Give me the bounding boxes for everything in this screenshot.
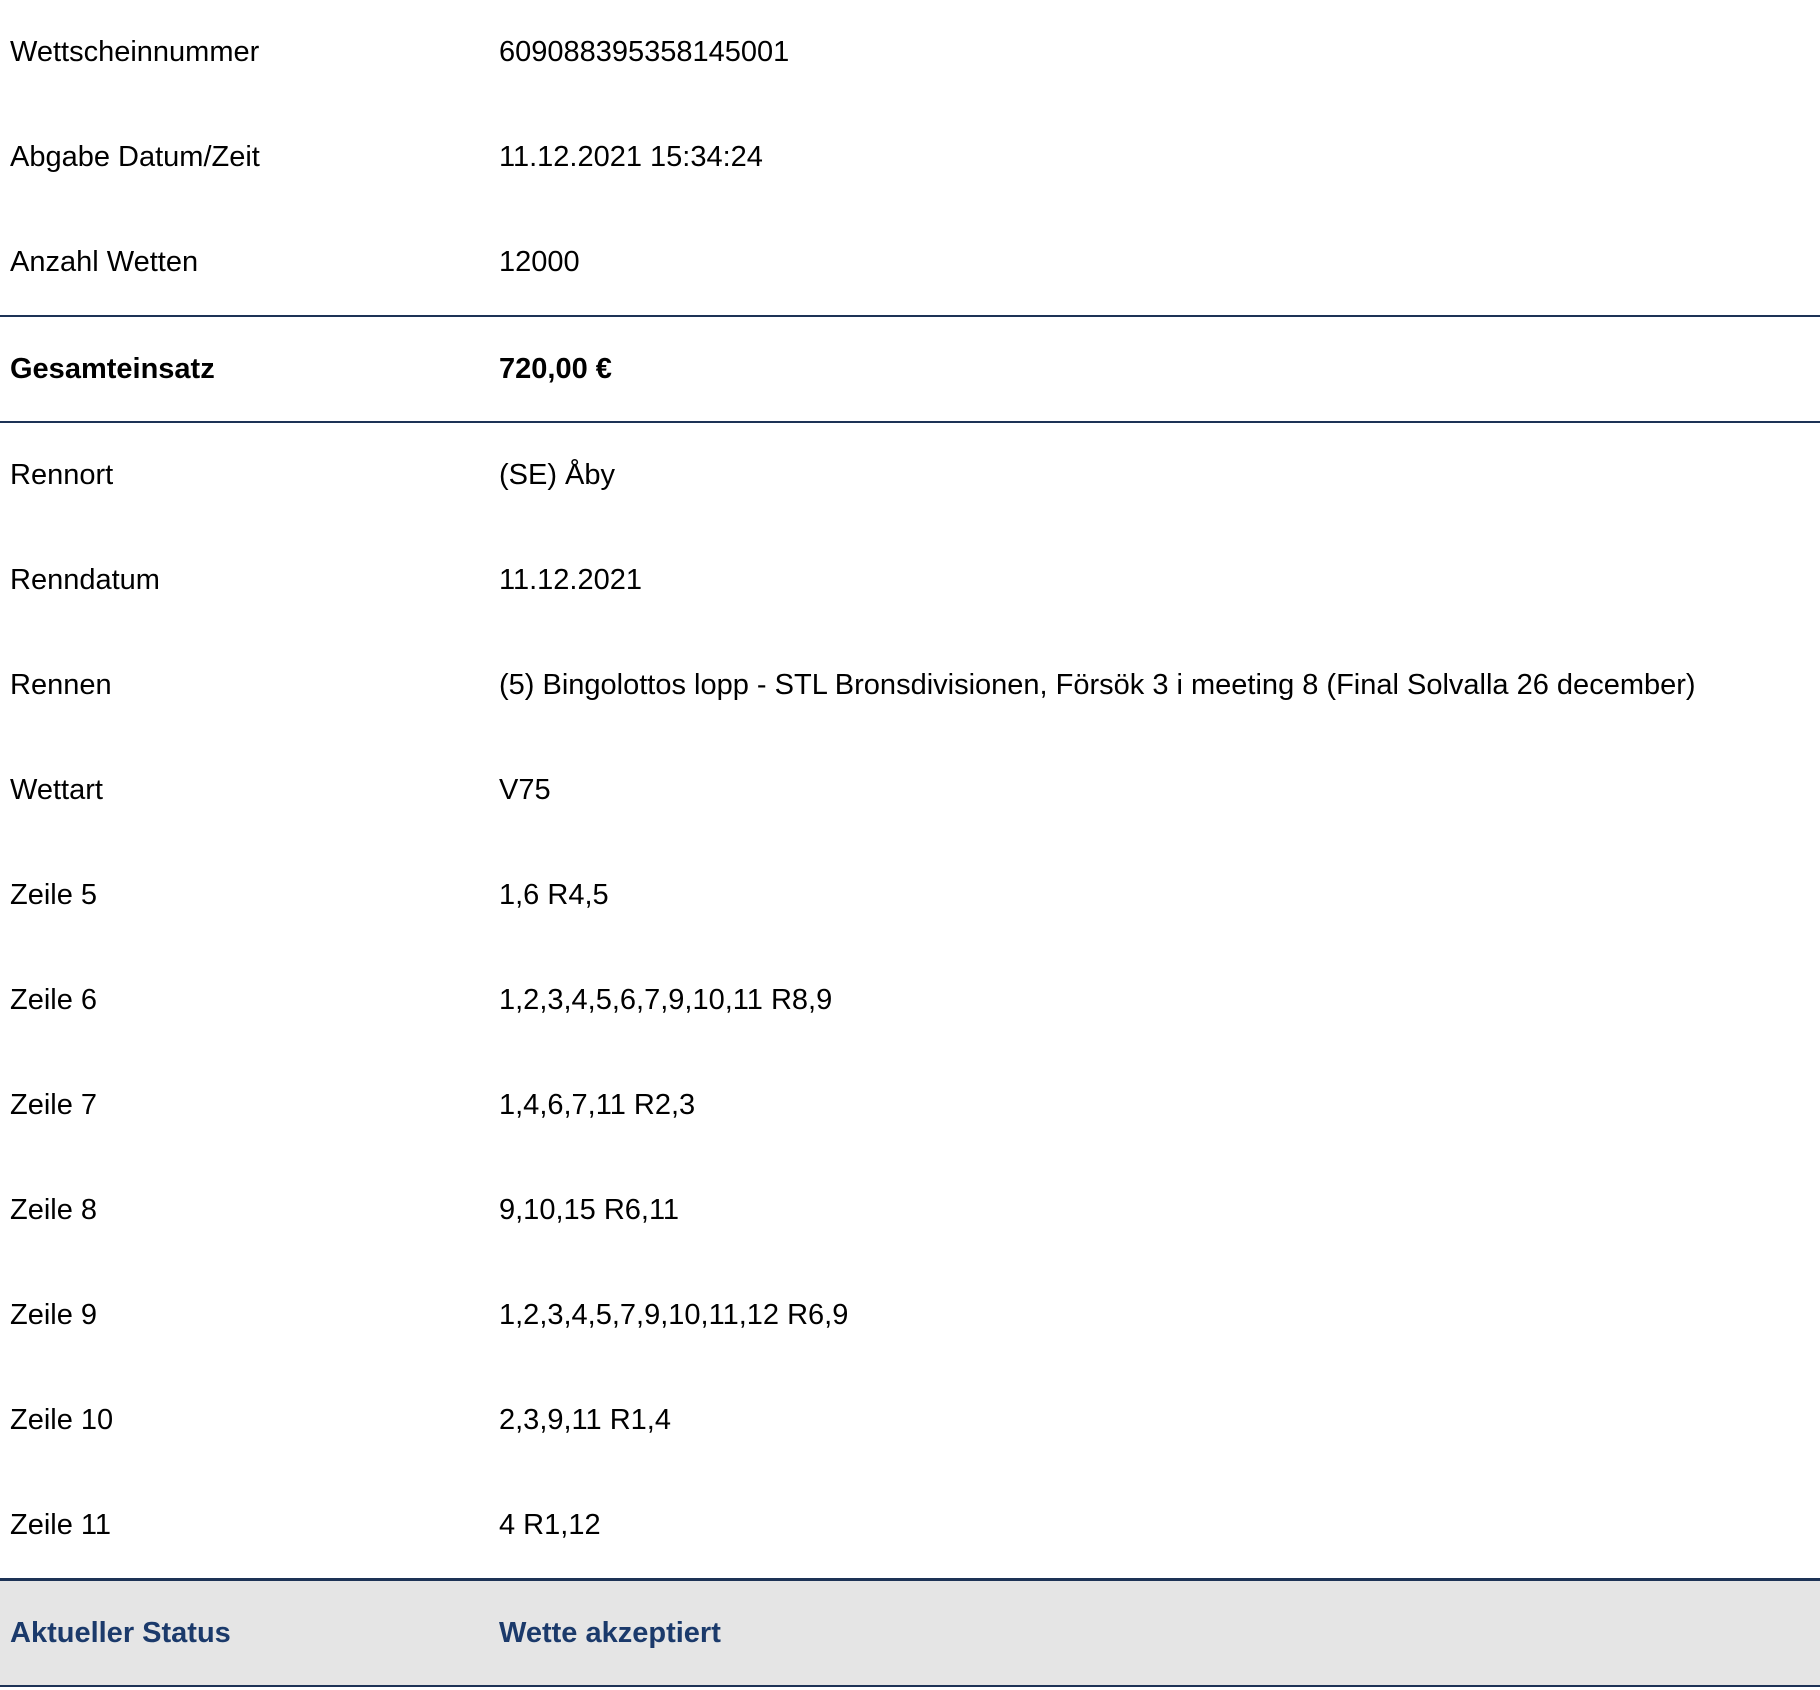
ticket-number-row: Wettscheinnummer 609088395358145001 bbox=[0, 0, 1820, 105]
line-11-label: Zeile 11 bbox=[10, 1509, 112, 1541]
total-stake-row: Gesamteinsatz 720,00 € bbox=[0, 315, 1820, 423]
race-venue-value: (SE) Åby bbox=[499, 459, 616, 491]
line-8-label: Zeile 8 bbox=[10, 1194, 98, 1226]
race-date-label: Renndatum bbox=[10, 564, 160, 596]
current-status-label: Aktueller Status bbox=[10, 1616, 231, 1649]
line-9-label: Zeile 9 bbox=[10, 1299, 98, 1331]
line-7-value: 1,4,6,7,11 R2,3 bbox=[499, 1089, 696, 1121]
line-10-value: 2,3,9,11 R1,4 bbox=[499, 1404, 671, 1436]
race-venue-label: Rennort bbox=[10, 459, 114, 491]
bet-type-label: Wettart bbox=[10, 774, 103, 806]
line-6-value: 1,2,3,4,5,6,7,9,10,11 R8,9 bbox=[499, 984, 833, 1016]
line-5-row: Zeile 5 1,6 R4,5 bbox=[0, 843, 1820, 948]
ticket-number-label: Wettscheinnummer bbox=[10, 36, 260, 68]
line-9-value: 1,2,3,4,5,7,9,10,11,12 R6,9 bbox=[499, 1299, 849, 1331]
line-6-row: Zeile 6 1,2,3,4,5,6,7,9,10,11 R8,9 bbox=[0, 948, 1820, 1053]
race-venue-row: Rennort (SE) Åby bbox=[0, 423, 1820, 528]
race-date-row: Renndatum 11.12.2021 bbox=[0, 528, 1820, 633]
submission-datetime-value: 11.12.2021 15:34:24 bbox=[499, 141, 763, 173]
bet-type-row: Wettart V75 bbox=[0, 738, 1820, 843]
line-6-label: Zeile 6 bbox=[10, 984, 98, 1016]
bet-ticket-details: Wettscheinnummer 609088395358145001 Abga… bbox=[0, 0, 1820, 1687]
current-status-row: Aktueller Status Wette akzeptiert bbox=[0, 1578, 1820, 1687]
line-5-value: 1,6 R4,5 bbox=[499, 879, 609, 911]
ticket-number-value: 609088395358145001 bbox=[499, 36, 790, 68]
bet-count-label: Anzahl Wetten bbox=[10, 246, 199, 278]
line-11-row: Zeile 11 4 R1,12 bbox=[0, 1473, 1820, 1578]
line-8-value: 9,10,15 R6,11 bbox=[499, 1194, 680, 1226]
line-8-row: Zeile 8 9,10,15 R6,11 bbox=[0, 1158, 1820, 1263]
line-7-label: Zeile 7 bbox=[10, 1089, 98, 1121]
bet-count-value: 12000 bbox=[499, 246, 580, 278]
line-10-label: Zeile 10 bbox=[10, 1404, 114, 1436]
race-value: (5) Bingolottos lopp - STL Bronsdivision… bbox=[499, 669, 1696, 701]
submission-datetime-label: Abgabe Datum/Zeit bbox=[10, 141, 260, 173]
race-date-value: 11.12.2021 bbox=[499, 564, 642, 596]
line-9-row: Zeile 9 1,2,3,4,5,7,9,10,11,12 R6,9 bbox=[0, 1263, 1820, 1368]
bet-type-value: V75 bbox=[499, 774, 551, 806]
line-5-label: Zeile 5 bbox=[10, 879, 98, 911]
total-stake-value: 720,00 € bbox=[499, 352, 612, 385]
submission-datetime-row: Abgabe Datum/Zeit 11.12.2021 15:34:24 bbox=[0, 105, 1820, 210]
bet-count-row: Anzahl Wetten 12000 bbox=[0, 210, 1820, 315]
line-10-row: Zeile 10 2,3,9,11 R1,4 bbox=[0, 1368, 1820, 1473]
line-11-value: 4 R1,12 bbox=[499, 1509, 601, 1541]
total-stake-label: Gesamteinsatz bbox=[10, 352, 215, 385]
line-7-row: Zeile 7 1,4,6,7,11 R2,3 bbox=[0, 1053, 1820, 1158]
race-label: Rennen bbox=[10, 669, 112, 701]
current-status-value: Wette akzeptiert bbox=[499, 1616, 721, 1649]
race-row: Rennen (5) Bingolottos lopp - STL Bronsd… bbox=[0, 633, 1820, 738]
